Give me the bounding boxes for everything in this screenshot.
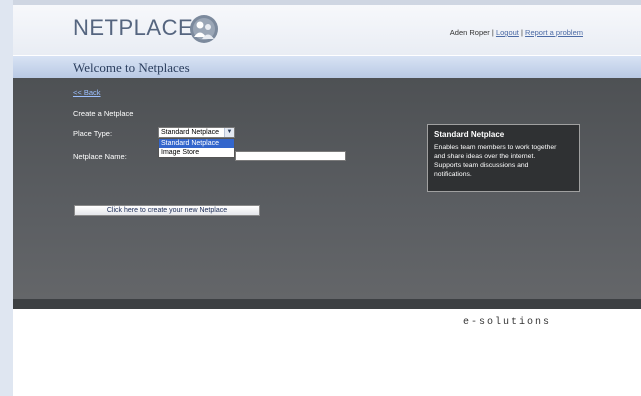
- place-type-label: Place Type:: [73, 129, 113, 138]
- netplace-name-label: Netplace Name:: [73, 152, 127, 161]
- chevron-down-icon[interactable]: ▼: [224, 128, 234, 137]
- logout-link[interactable]: Logout: [496, 28, 519, 37]
- user-links: Aden Roper | Logout | Report a problem: [450, 28, 583, 37]
- info-line: Enables team members to work together: [434, 144, 557, 151]
- page-title: Welcome to Netplaces: [73, 60, 190, 75]
- section-title: Create a Netplace: [73, 109, 134, 118]
- netplace-name-input[interactable]: [235, 151, 346, 161]
- panel-bottom-bar: [13, 299, 641, 309]
- footer-brand: e-solutions: [463, 317, 552, 328]
- info-box: Standard Netplace Enables team members t…: [427, 124, 580, 192]
- dropdown-option-image-store[interactable]: Image Store: [159, 148, 234, 157]
- place-type-select[interactable]: Standard Netplace ▼: [158, 127, 235, 138]
- info-line: Supports team discussions and: [434, 162, 529, 169]
- report-problem-link[interactable]: Report a problem: [525, 28, 583, 37]
- separator: |: [521, 28, 523, 37]
- info-line: and share ideas over the internet.: [434, 153, 536, 160]
- create-netplace-button[interactable]: Click here to create your new Netplace: [74, 205, 260, 216]
- user-name: Aden Roper: [449, 28, 490, 37]
- place-type-dropdown: Standard Netplace Image Store: [158, 138, 235, 158]
- separator: |: [491, 28, 494, 37]
- dropdown-option-standard[interactable]: Standard Netplace: [159, 139, 234, 148]
- header: NETPLACES Aden Roper | Logout | Report a…: [13, 5, 641, 55]
- info-line: notifications.: [434, 171, 472, 178]
- left-strip: [0, 0, 13, 396]
- place-type-selected: Standard Netplace: [161, 129, 219, 136]
- main-panel: << Back Create a Netplace Place Type: St…: [13, 78, 641, 299]
- welcome-bar: Welcome to Netplaces: [13, 56, 641, 78]
- info-title: Standard Netplace: [434, 130, 505, 139]
- back-link[interactable]: << Back: [73, 88, 101, 97]
- people-globe-icon: [190, 15, 218, 43]
